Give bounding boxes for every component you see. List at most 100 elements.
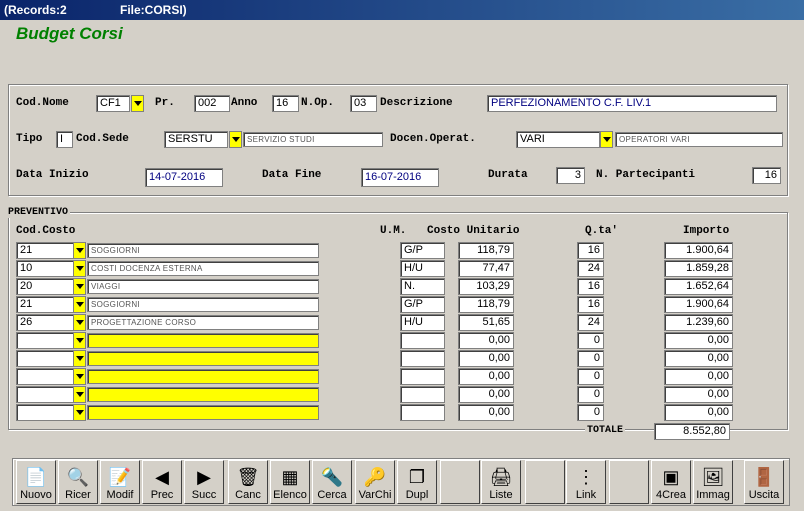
toolbar-label: Cerca [317,489,347,501]
data-inizio-field[interactable]: 14-07-2016 [145,168,223,187]
toolbar-label: Canc [235,489,261,501]
liste-button[interactable]: 🖨 Liste [481,460,521,504]
um-field[interactable] [400,350,445,367]
importo-field: 1.652,64 [664,278,733,295]
durata-field[interactable]: 3 [556,167,585,184]
anno-field[interactable]: 16 [272,95,299,112]
qta-field[interactable]: 0 [577,404,604,421]
um-field[interactable]: N. [400,278,445,295]
partecipanti-field[interactable]: 16 [752,167,781,184]
um-field[interactable]: G/P [400,296,445,313]
modif-button[interactable]: 📝 Modif [100,460,140,504]
qta-field[interactable]: 16 [577,242,604,259]
printer-icon: 🖨 [489,467,513,487]
cod-costo-dropdown[interactable] [73,296,86,313]
cod-nome-dropdown[interactable] [131,95,144,112]
costo-unitario-field[interactable]: 77,47 [458,260,514,277]
cerca-button[interactable]: 🔦 Cerca [312,460,352,504]
nop-field[interactable]: 03 [350,95,377,112]
pr-field[interactable]: 002 [194,95,230,112]
link-tree-icon: ⋮ [577,467,595,487]
qta-field[interactable]: 24 [577,314,604,331]
cod-costo-dropdown[interactable] [73,386,86,403]
um-field[interactable]: G/P [400,242,445,259]
docen-dropdown[interactable] [600,131,613,148]
toolbar-label: Liste [489,489,513,501]
cost-description: SOGGIORNI [87,297,319,312]
toolbar-label: Link [575,489,597,501]
create-icon: ▣ [662,467,680,487]
cod-costo-field[interactable]: 21 [16,296,74,313]
immag-button[interactable]: 🖼 Immag [693,460,733,504]
cod-costo-field[interactable] [16,404,74,421]
preventivo-title: PREVENTIVO [6,207,71,218]
cost-description: VIAGGI [87,279,319,294]
window-titlebar: (Records:2 File:CORSI) [0,0,804,20]
costo-unitario-field[interactable]: 0,00 [458,404,514,421]
um-field[interactable] [400,386,445,403]
cod-costo-field[interactable] [16,332,74,349]
tipo-field[interactable]: I [56,131,73,148]
docen-field[interactable]: VARI [516,131,600,148]
cod-costo-field[interactable]: 10 [16,260,74,277]
um-field[interactable]: H/U [400,260,445,277]
cod-costo-field[interactable] [16,368,74,385]
data-fine-label: Data Fine [262,169,322,181]
costo-unitario-field[interactable]: 118,79 [458,296,514,313]
col-importo: Importo [683,225,730,237]
cod-costo-dropdown[interactable] [73,278,86,295]
descrizione-field[interactable]: PERFEZIONAMENTO C.F. LIV.1 [487,95,777,112]
cod-costo-dropdown[interactable] [73,332,86,349]
cod-costo-dropdown[interactable] [73,368,86,385]
qta-field[interactable]: 0 [577,386,604,403]
cod-costo-field[interactable]: 26 [16,314,74,331]
cost-description [87,405,319,420]
nuovo-button[interactable]: 📄 Nuovo [16,460,56,504]
search-icon: 🔍 [66,467,90,487]
elenco-button[interactable]: ▦ Elenco [270,460,310,504]
um-field[interactable] [400,404,445,421]
varchi-button[interactable]: 🔑 VarChi [355,460,395,504]
qta-field[interactable]: 16 [577,296,604,313]
cod-costo-field[interactable]: 21 [16,242,74,259]
importo-field: 0,00 [664,404,733,421]
costo-unitario-field[interactable]: 103,29 [458,278,514,295]
link-button[interactable]: ⋮ Link [566,460,606,504]
cod-costo-dropdown[interactable] [73,242,86,259]
costo-unitario-field[interactable]: 0,00 [458,386,514,403]
cod-costo-dropdown[interactable] [73,314,86,331]
cod-costo-dropdown[interactable] [73,350,86,367]
um-field[interactable] [400,332,445,349]
qta-field[interactable]: 0 [577,368,604,385]
qta-field[interactable]: 16 [577,278,604,295]
4crea-button[interactable]: ▣ 4Crea [651,460,691,504]
ricer-button[interactable]: 🔍 Ricer [58,460,98,504]
um-field[interactable] [400,368,445,385]
canc-button[interactable]: 🗑 Canc [228,460,268,504]
uscita-button[interactable]: 🚪 Uscita [744,460,784,504]
cod-costo-dropdown[interactable] [73,260,86,277]
dupl-button[interactable]: ❐ Dupl [397,460,437,504]
cod-costo-field[interactable] [16,350,74,367]
costo-unitario-field[interactable]: 0,00 [458,350,514,367]
cod-sede-dropdown[interactable] [229,131,242,148]
cod-nome-field[interactable]: CF1 [96,95,130,112]
qta-field[interactable]: 24 [577,260,604,277]
um-field[interactable]: H/U [400,314,445,331]
toolbar-label: Modif [106,489,134,501]
cod-costo-dropdown[interactable] [73,404,86,421]
costo-unitario-field[interactable]: 118,79 [458,242,514,259]
toolbar-label: Uscita [748,489,780,501]
costo-unitario-field[interactable]: 0,00 [458,332,514,349]
cod-sede-field[interactable]: SERSTU [164,131,228,148]
succ-button[interactable]: ▶ Succ [184,460,224,504]
toolbar-label: Prec [150,489,174,501]
qta-field[interactable]: 0 [577,332,604,349]
data-fine-field[interactable]: 16-07-2016 [361,168,439,187]
cod-costo-field[interactable]: 20 [16,278,74,295]
costo-unitario-field[interactable]: 51,65 [458,314,514,331]
prec-button[interactable]: ◀ Prec [142,460,182,504]
costo-unitario-field[interactable]: 0,00 [458,368,514,385]
qta-field[interactable]: 0 [577,350,604,367]
cod-costo-field[interactable] [16,386,74,403]
